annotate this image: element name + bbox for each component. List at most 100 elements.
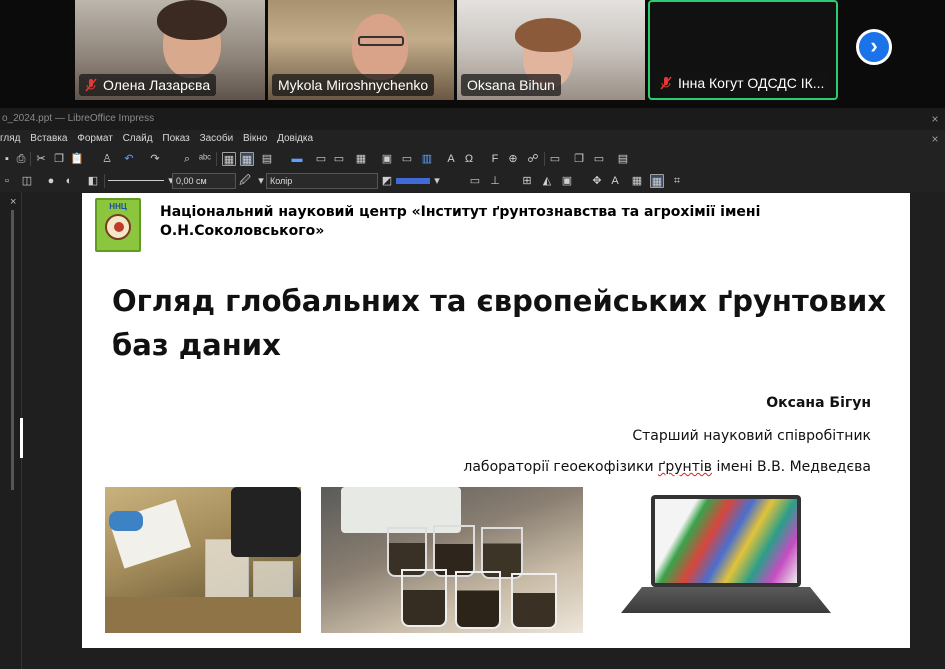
snap-helplines-icon[interactable]: ⌗ [670, 174, 684, 188]
slide-canvas[interactable]: ННЦ Національний науковий центр «Інститу… [82, 193, 910, 648]
find-replace-icon[interactable]: ⌕ [180, 152, 194, 166]
participant-name: Олена Лазарєва [79, 74, 217, 96]
gloved-hand [109, 511, 143, 531]
shadow-toggle-icon[interactable]: ▭ [468, 174, 482, 188]
screen: Олена Лазарєва Mykola Miroshnychenko Oks… [0, 0, 945, 669]
start-from-first-icon[interactable]: ▭ [314, 152, 328, 166]
snap-icon[interactable]: ▦ [630, 174, 644, 188]
delete-slide-icon[interactable]: ▭ [592, 152, 606, 166]
author-name: Оксана Бігун [766, 395, 871, 411]
participant-name: Інна Когут ОДСДС ІК... [654, 72, 831, 94]
participant-tile[interactable]: Олена Лазарєва [75, 0, 265, 100]
save-icon[interactable]: ▪ [0, 152, 14, 166]
arrange-icon[interactable]: ⊞ [520, 174, 534, 188]
menu-item-show[interactable]: Показ [162, 130, 189, 148]
comment-icon[interactable]: ☍ [526, 152, 540, 166]
toolbar-separator [544, 152, 545, 166]
participant-name: Mykola Miroshnychenko [272, 74, 435, 96]
toolbar-separator [216, 152, 217, 166]
clipboard [108, 499, 192, 569]
area-style-field[interactable]: Колір [266, 173, 378, 189]
print-icon[interactable]: ⎙ [14, 152, 28, 166]
chart-icon[interactable]: ▥ [420, 152, 434, 166]
text-box-icon[interactable]: A [444, 152, 458, 166]
copy-icon[interactable]: ❐ [52, 152, 66, 166]
laptop-base [621, 587, 831, 613]
line-and-filling-toolbar: ▫ ◫ ● ◐ ◧ ▾ 0,00 см 🖉 ▾ Колір ◩ ▾ ▭ ⊥ ⊞ … [0, 170, 945, 192]
menu-bar: гляд Вставка Формат Слайд Показ Засоби В… [0, 130, 945, 148]
menu-item-insert[interactable]: Вставка [30, 130, 67, 148]
slide-pane: × [0, 192, 22, 669]
participant-glasses [358, 36, 404, 46]
cut-icon[interactable]: ✂ [34, 152, 48, 166]
zoom-icon[interactable]: ◫ [20, 174, 34, 188]
transparency-icon[interactable]: ◐ [62, 174, 76, 188]
paste-icon[interactable]: 📋 [70, 152, 84, 166]
slide-pane-scrollbar[interactable] [11, 210, 14, 490]
master-slide-icon[interactable]: ▬ [290, 152, 304, 166]
next-participants-button[interactable]: › [856, 29, 892, 65]
line-width-field[interactable]: 0,00 см [172, 173, 236, 189]
media-icon[interactable]: ▭ [400, 152, 414, 166]
logo-text: ННЦ [109, 202, 127, 211]
toolbar-separator [104, 174, 105, 188]
shadow-icon[interactable]: ● [44, 174, 58, 188]
window-titlebar: o_2024.ppt — LibreOffice Impress × [0, 108, 945, 130]
participant-video [352, 14, 408, 80]
menu-item-help[interactable]: Довідка [277, 130, 313, 148]
chevron-right-icon: › [870, 33, 878, 58]
display-views-icon[interactable]: ▤ [260, 152, 274, 166]
image-icon[interactable]: ▣ [380, 152, 394, 166]
line-style-dropdown[interactable] [108, 180, 164, 181]
laboratory-text-suffix: імені В.В. Медведєва [712, 459, 871, 475]
lab-beakers-photo [321, 487, 583, 633]
fill-color-icon[interactable]: ◩ [380, 174, 394, 188]
spellcheck-flagged-word: ґрунтів [658, 459, 712, 475]
menu-item-view[interactable]: гляд [0, 130, 21, 148]
points-icon[interactable]: ✥ [590, 174, 604, 188]
hyperlink-icon[interactable]: ⊕ [506, 152, 520, 166]
menu-item-slide[interactable]: Слайд [123, 130, 153, 148]
duplicate-slide-icon[interactable]: ❐ [572, 152, 586, 166]
redo-icon[interactable]: ↷ [148, 152, 162, 166]
close-pane-icon[interactable]: × [10, 196, 16, 208]
spelling-icon[interactable]: ᵃᵇᶜ [198, 152, 212, 166]
menu-item-format[interactable]: Формат [77, 130, 113, 148]
slide-layout-icon[interactable]: ▤ [616, 152, 630, 166]
mic-muted-icon [85, 78, 97, 92]
helplines-icon[interactable]: ▦ [240, 152, 254, 166]
grid-icon[interactable]: ▦ [222, 152, 236, 166]
mic-muted-icon [660, 76, 672, 90]
participant-tile[interactable]: Oksana Bihun [457, 0, 645, 100]
participant-tile[interactable]: Mykola Miroshnychenko [268, 0, 454, 100]
fill-color-swatch[interactable] [396, 178, 430, 184]
table-icon[interactable]: ▦ [354, 152, 368, 166]
logo-emblem [105, 214, 131, 240]
crop-icon[interactable]: ▣ [560, 174, 574, 188]
new-slide-icon[interactable]: ▭ [548, 152, 562, 166]
fontwork-icon[interactable]: F [488, 152, 502, 166]
participant-hair [515, 18, 581, 52]
beaker [455, 571, 501, 629]
clone-formatting-icon[interactable]: ♙ [100, 152, 114, 166]
author-laboratory: лабораторії геоекофізики ґрунтів імені В… [463, 459, 871, 475]
participant-tile-active[interactable]: Інна Когут ОДСДС ІК... [648, 0, 838, 100]
select-icon[interactable]: ▫ [0, 174, 14, 188]
menu-item-tools[interactable]: Засоби [200, 130, 234, 148]
align-icon[interactable]: ⊥ [488, 174, 502, 188]
participant-name: Oksana Bihun [461, 74, 561, 96]
start-from-current-icon[interactable]: ▭ [332, 152, 346, 166]
line-color-icon[interactable]: 🖉 [238, 174, 252, 188]
chevron-down-icon[interactable]: ▾ [430, 174, 444, 188]
institute-logo: ННЦ [95, 198, 141, 252]
line-icon[interactable]: ◧ [86, 174, 100, 188]
toggle-extrusion-icon[interactable]: A [608, 174, 622, 188]
snap-grid-icon[interactable]: ▦ [650, 174, 664, 188]
undo-icon[interactable]: ↶ [122, 152, 136, 166]
laptop-gis-map-photo [617, 487, 832, 633]
flip-vertical-icon[interactable]: ◭ [540, 174, 554, 188]
close-document-icon[interactable]: × [928, 128, 942, 150]
menu-item-window[interactable]: Вікно [243, 130, 267, 148]
close-window-icon[interactable]: × [928, 108, 942, 130]
special-character-icon[interactable]: Ω [462, 152, 476, 166]
